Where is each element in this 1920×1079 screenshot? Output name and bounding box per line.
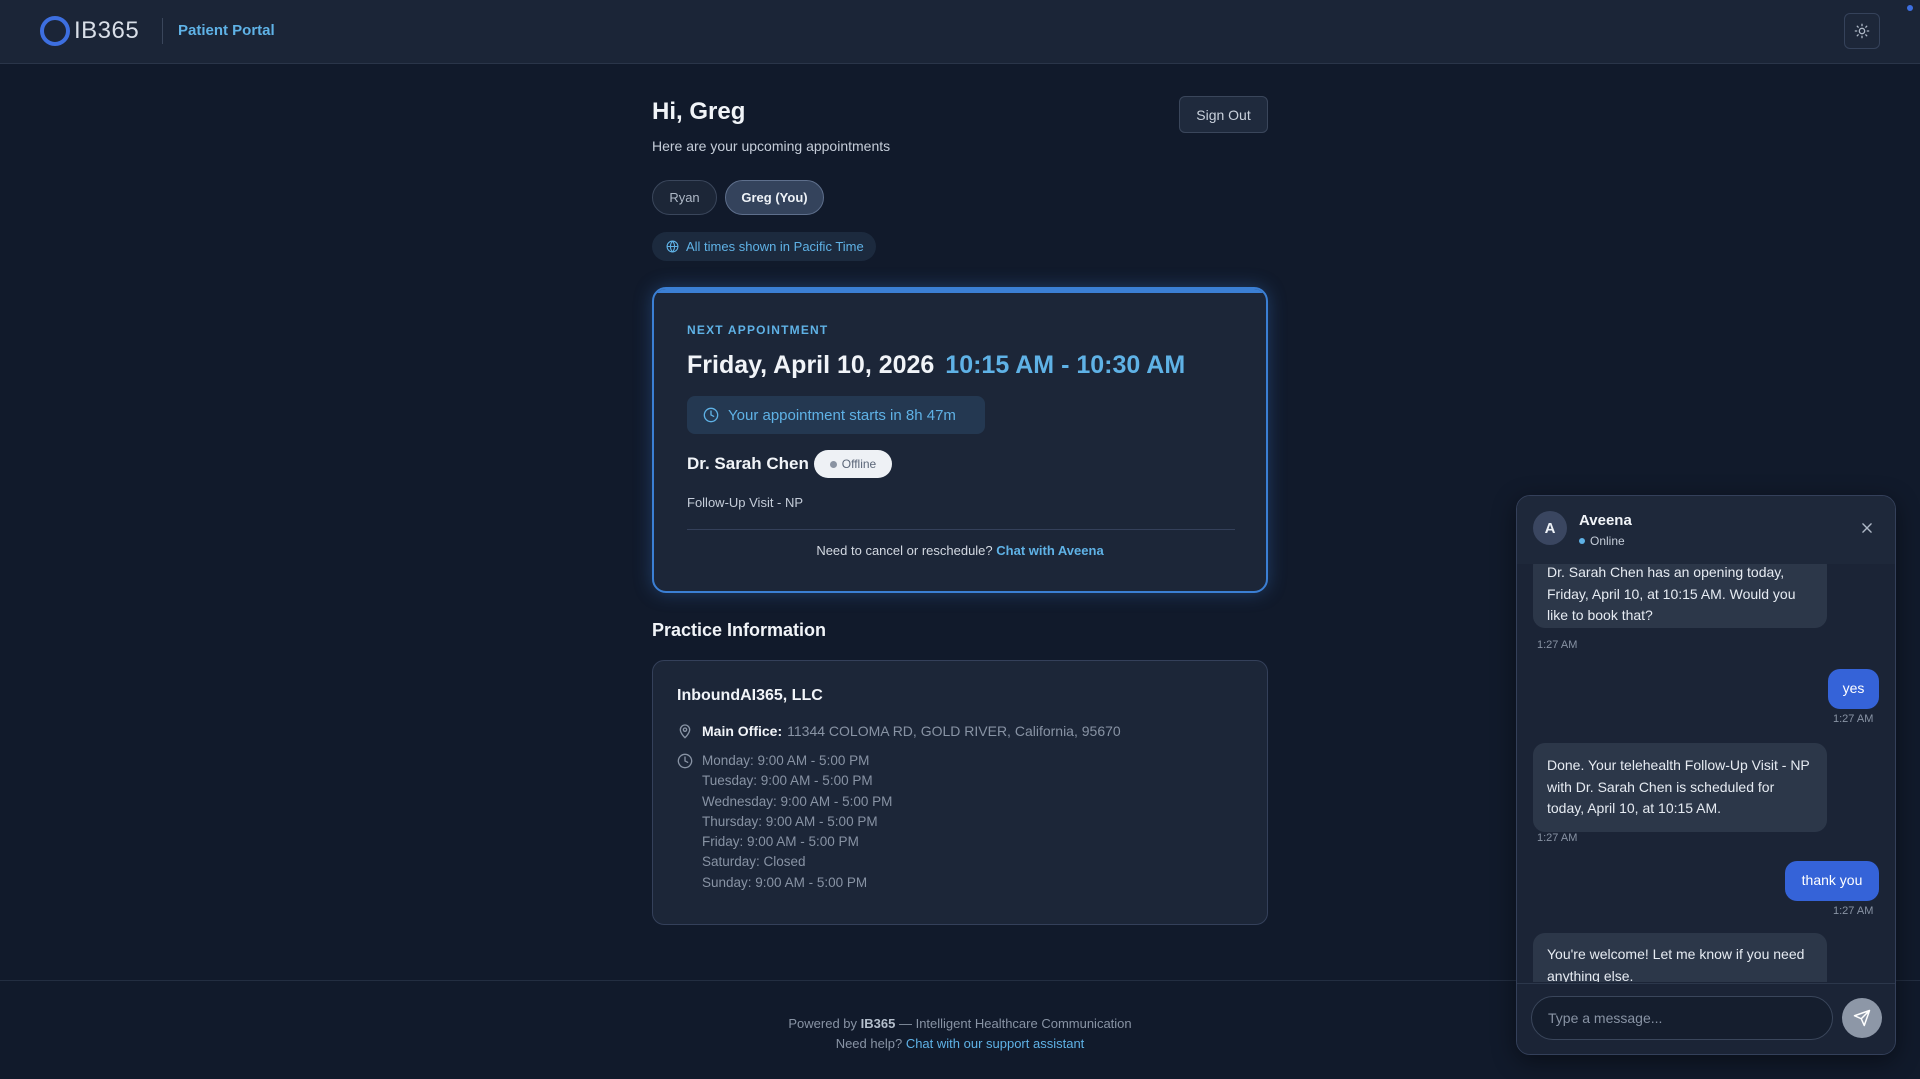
doctor-name: Dr. Sarah Chen xyxy=(687,454,809,473)
online-dot xyxy=(1579,538,1585,544)
appointment-date: Friday, April 10, 2026 xyxy=(687,351,935,379)
header-divider xyxy=(162,18,163,44)
practice-name: InboundAI365, LLC xyxy=(677,687,823,704)
clock-icon xyxy=(703,407,719,423)
office-label: Main Office: xyxy=(702,723,783,739)
chat-send-button[interactable] xyxy=(1842,998,1882,1038)
brand-logo[interactable]: IB365 xyxy=(40,16,139,46)
globe-icon xyxy=(666,240,679,253)
hours-item: Wednesday: 9:00 AM - 5:00 PM xyxy=(702,793,893,809)
chat-message-bot: You're welcome! Let me know if you need … xyxy=(1533,933,1827,982)
appointment-label: NEXT APPOINTMENT xyxy=(687,323,829,337)
page-title: Hi, Greg xyxy=(652,98,746,125)
hours-item: Friday: 9:00 AM - 5:00 PM xyxy=(702,834,859,850)
chat-message-user: thank you xyxy=(1785,861,1879,901)
practice-section-title: Practice Information xyxy=(652,620,827,640)
portal-label: Patient Portal xyxy=(178,22,275,39)
chat-close-button[interactable] xyxy=(1857,518,1877,538)
card-accent-bar xyxy=(654,289,1266,293)
hours-item: Tuesday: 9:00 AM - 5:00 PM xyxy=(702,773,873,789)
practice-info-card: InboundAI365, LLC Main Office: 11344 COL… xyxy=(652,660,1268,925)
office-hours-row: Monday: 9:00 AM - 5:00 PM Tuesday: 9:00 … xyxy=(677,751,892,893)
sun-icon xyxy=(1854,23,1870,39)
message-timestamp: 1:27 AM xyxy=(1537,639,1578,651)
top-nav-bar: IB365 Patient Portal xyxy=(0,0,1920,64)
avatar: A xyxy=(1533,511,1567,545)
office-address: 11344 COLOMA RD, GOLD RIVER, California,… xyxy=(787,723,1121,739)
powered-brand: IB365 xyxy=(860,1016,896,1031)
chat-status-text: Online xyxy=(1590,534,1625,548)
cancel-reschedule-line: Need to cancel or reschedule? Chat with … xyxy=(654,543,1266,558)
hours-item: Saturday: Closed xyxy=(702,854,806,870)
timezone-text: All times shown in Pacific Time xyxy=(686,239,864,254)
chat-with-aveena-link[interactable]: Chat with Aveena xyxy=(996,543,1103,558)
notification-dot xyxy=(1907,5,1913,11)
appointment-time: 10:15 AM - 10:30 AM xyxy=(945,351,1186,379)
doctor-status-badge: Offline xyxy=(814,450,892,478)
appointment-datetime: Friday, April 10, 2026 10:15 AM - 10:30 … xyxy=(687,351,1185,380)
chat-message-user: yes xyxy=(1828,669,1879,709)
support-chat-link[interactable]: Chat with our support assistant xyxy=(906,1036,1084,1051)
chat-message-list[interactable]: Dr. Sarah Chen has an opening today, Fri… xyxy=(1517,564,1895,982)
chat-agent-status: Online xyxy=(1579,534,1625,548)
chat-widget: A Aveena Online Dr. Sarah Chen has an op… xyxy=(1516,495,1896,1055)
chat-header: A Aveena Online xyxy=(1517,496,1895,564)
status-dot xyxy=(829,460,837,468)
powered-suffix: — Intelligent Healthcare Communication xyxy=(898,1016,1132,1031)
cancel-prompt: Need to cancel or reschedule? xyxy=(816,543,993,558)
logo-ring-icon xyxy=(40,16,70,46)
patient-tab-greg[interactable]: Greg (You) xyxy=(725,180,824,215)
chat-message-bot: Dr. Sarah Chen has an opening today, Fri… xyxy=(1533,564,1827,628)
appointment-countdown: Your appointment starts in 8h 47m xyxy=(687,396,985,434)
send-icon xyxy=(1853,1009,1871,1027)
clock-icon xyxy=(677,753,693,769)
countdown-text: Your appointment starts in 8h 47m xyxy=(728,406,956,424)
chat-message-bot: Done. Your telehealth Follow-Up Visit - … xyxy=(1533,743,1827,832)
doctor-status-text: Offline xyxy=(841,457,877,471)
close-icon xyxy=(1862,523,1872,533)
help-prefix: Need help? xyxy=(835,1036,903,1051)
visit-type: Follow-Up Visit - NP xyxy=(687,495,804,510)
map-pin-icon xyxy=(679,724,691,739)
hours-item: Sunday: 9:00 AM - 5:00 PM xyxy=(702,874,868,890)
logo-text: IB365 xyxy=(74,17,140,44)
card-divider xyxy=(687,529,1235,530)
office-address-row: Main Office: 11344 COLOMA RD, GOLD RIVER… xyxy=(677,723,1121,739)
chat-composer xyxy=(1517,983,1895,1054)
patient-tab-ryan[interactable]: Ryan xyxy=(652,180,717,215)
hours-item: Monday: 9:00 AM - 5:00 PM xyxy=(702,753,870,768)
message-timestamp: 1:27 AM xyxy=(1833,713,1874,725)
hours-list: Monday: 9:00 AM - 5:00 PM Tuesday: 9:00 … xyxy=(702,751,892,893)
timezone-note: All times shown in Pacific Time xyxy=(652,232,876,261)
hours-item: Thursday: 9:00 AM - 5:00 PM xyxy=(702,813,878,829)
next-appointment-card: NEXT APPOINTMENT Friday, April 10, 2026 … xyxy=(652,287,1268,593)
page-subtitle: Here are your upcoming appointments xyxy=(652,138,891,154)
theme-toggle-button[interactable] xyxy=(1844,13,1880,49)
powered-prefix: Powered by xyxy=(788,1016,858,1031)
chat-message-input[interactable] xyxy=(1531,996,1833,1040)
chat-agent-name: Aveena xyxy=(1579,512,1632,529)
message-timestamp: 1:27 AM xyxy=(1537,832,1578,844)
sign-out-button[interactable]: Sign Out xyxy=(1179,96,1268,133)
message-timestamp: 1:27 AM xyxy=(1833,905,1874,917)
